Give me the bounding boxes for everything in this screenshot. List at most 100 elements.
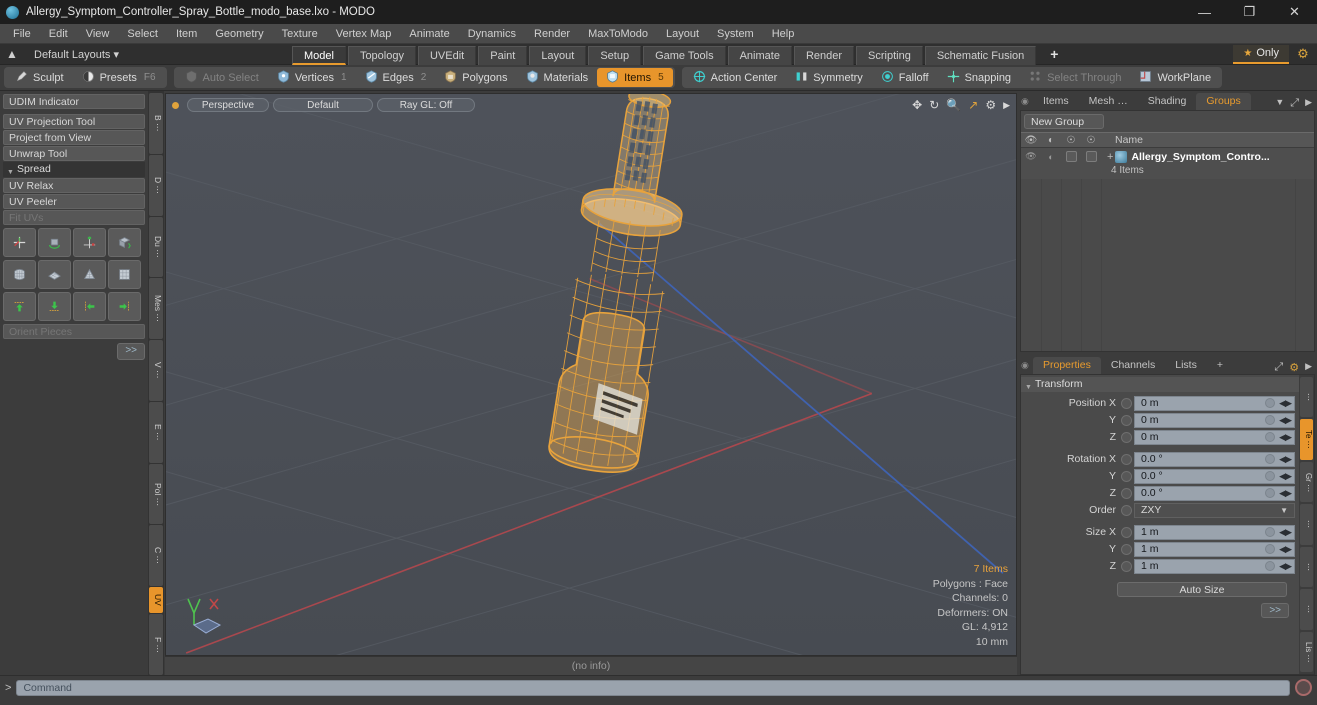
property-value-input[interactable]: 1 m ◀▶ — [1134, 524, 1295, 540]
order-knob[interactable] — [1121, 504, 1132, 516]
layout-home-icon[interactable]: ▲ — [0, 47, 24, 61]
layout-tab-uvedit[interactable]: UVEdit — [417, 45, 477, 65]
mode-button-polygons[interactable]: Polygons — [435, 68, 516, 87]
spread-section-header[interactable]: Spread — [3, 162, 145, 180]
uv-planar-projection-icon[interactable] — [38, 260, 71, 289]
group-list-empty-area[interactable] — [1021, 179, 1314, 351]
property-reset-dot[interactable] — [1265, 488, 1275, 498]
left-vtab-0[interactable]: B ⋯ — [149, 93, 163, 154]
move-left-icon[interactable] — [73, 292, 106, 321]
close-button[interactable]: ✕ — [1272, 0, 1317, 24]
right-vtab-5[interactable]: ⋯ — [1300, 589, 1313, 630]
property-reset-dot[interactable] — [1265, 561, 1275, 571]
move-down-icon[interactable] — [38, 292, 71, 321]
property-knob[interactable] — [1121, 453, 1132, 465]
row-render-toggle[interactable]: ◐ — [1041, 152, 1061, 162]
chevron-right-icon[interactable]: ▶ — [1305, 97, 1312, 110]
mode-button-edges[interactable]: Edges 2 — [356, 68, 436, 87]
layout-tab-paint[interactable]: Paint — [478, 45, 528, 65]
tool-uv-relax[interactable]: UV Relax — [3, 178, 145, 193]
tab-items[interactable]: Items — [1033, 93, 1079, 110]
auto-size-button[interactable]: Auto Size — [1117, 582, 1287, 597]
menu-item-file[interactable]: File — [4, 24, 40, 44]
right-vtab-6[interactable]: Lis ⋯ — [1300, 631, 1313, 672]
property-knob[interactable] — [1121, 414, 1132, 426]
property-stepper-arrows[interactable]: ◀▶ — [1279, 488, 1292, 499]
properties-more[interactable]: >> — [1021, 597, 1299, 618]
uv-scale-tool-icon[interactable] — [73, 228, 106, 257]
rotate-icon[interactable]: ↻ — [929, 98, 939, 112]
expand-row-icon[interactable]: + — [1107, 151, 1113, 163]
fit-icon[interactable]: ↗ — [968, 98, 978, 112]
3d-viewport[interactable]: Perspective Default Ray GL: Off ✥ ↻ 🔍 ↗ … — [165, 93, 1017, 656]
left-vtab-4[interactable]: V ⋯ — [149, 340, 163, 401]
layout-tab-layout[interactable]: Layout — [529, 45, 587, 65]
viewport-shading-dropdown[interactable]: Default — [273, 98, 373, 112]
render-icon[interactable]: ◐ — [1041, 135, 1061, 146]
property-knob[interactable] — [1121, 470, 1132, 482]
property-value-input[interactable]: 0.0 ° ◀▶ — [1134, 485, 1295, 501]
tool-project-from-view[interactable]: Project from View — [3, 130, 145, 145]
mode-button-action-center[interactable]: Action Center — [684, 68, 787, 87]
menu-item-geometry[interactable]: Geometry — [206, 24, 272, 44]
expand-icon[interactable]: ⤢ — [1290, 97, 1299, 110]
layout-tab-model[interactable]: Model — [291, 45, 346, 65]
layout-tab-schematic-fusion[interactable]: Schematic Fusion — [924, 45, 1037, 65]
property-stepper-arrows[interactable]: ◀▶ — [1279, 454, 1292, 465]
maximize-button[interactable]: ❐ — [1227, 0, 1272, 24]
gear-icon[interactable]: ⚙ — [985, 98, 996, 112]
tool-uv-projection-tool[interactable]: UV Projection Tool — [3, 114, 145, 129]
menu-item-layout[interactable]: Layout — [657, 24, 708, 44]
property-stepper-arrows[interactable]: ◀▶ — [1279, 415, 1292, 426]
layout-tab-render[interactable]: Render — [793, 45, 855, 65]
left-vtab-1[interactable]: D ⋯ — [149, 154, 163, 216]
property-knob[interactable] — [1121, 487, 1132, 499]
property-value-input[interactable]: 1 m ◀▶ — [1134, 558, 1295, 574]
minimize-button[interactable]: — — [1182, 0, 1227, 24]
menu-item-animate[interactable]: Animate — [400, 24, 458, 44]
mode-button-presets[interactable]: Presets F6 — [73, 68, 165, 87]
left-panel-more[interactable]: >> — [3, 343, 145, 360]
mode-button-auto-select[interactable]: Auto Select — [176, 68, 268, 87]
mode-button-snapping[interactable]: Snapping — [938, 68, 1021, 87]
left-vtab-7[interactable]: C ⋯ — [149, 525, 163, 587]
property-reset-dot[interactable] — [1265, 544, 1275, 554]
move-icon[interactable]: ✥ — [912, 98, 922, 112]
property-value-input[interactable]: 0 m ◀▶ — [1134, 395, 1295, 411]
chevron-down-icon[interactable]: ▼ — [1275, 97, 1284, 110]
only-toggle[interactable]: ★ Only — [1233, 44, 1289, 64]
move-right-icon[interactable] — [108, 292, 141, 321]
uv-rotate-tool-icon[interactable] — [38, 228, 71, 257]
menu-item-help[interactable]: Help — [763, 24, 804, 44]
mode-button-select-through[interactable]: Select Through — [1020, 68, 1130, 87]
mode-button-symmetry[interactable]: Symmetry — [786, 68, 872, 87]
mode-button-vertices[interactable]: Vertices 1 — [268, 68, 356, 87]
uv-grid-projection-icon[interactable] — [108, 260, 141, 289]
tool-uv-peeler[interactable]: UV Peeler — [3, 194, 145, 209]
order-dropdown[interactable]: ZXY ▼ — [1134, 502, 1295, 518]
uv-cylindrical-projection-icon[interactable] — [3, 260, 36, 289]
spray-bottle-model[interactable] — [166, 94, 1009, 656]
left-vtab-3[interactable]: Mes ⋯ — [149, 278, 163, 340]
right-vtab-2[interactable]: Gr ⋯ — [1300, 461, 1313, 503]
mode-button-sculpt[interactable]: Sculpt — [6, 68, 73, 87]
tab-properties[interactable]: Properties — [1033, 357, 1101, 374]
right-vtab-0[interactable]: ⋯ — [1300, 377, 1313, 418]
row-lock-checkbox[interactable] — [1061, 151, 1081, 162]
right-vtab-3[interactable]: ⋯ — [1300, 504, 1313, 545]
lock-icon[interactable]: ☉ — [1061, 135, 1081, 146]
left-vtab-8[interactable]: UV — [149, 587, 163, 614]
layout-tab-scripting[interactable]: Scripting — [856, 45, 923, 65]
left-vtab-9[interactable]: F ⋯ — [149, 614, 163, 676]
right-vtab-1[interactable]: Te ⋯ — [1300, 419, 1313, 460]
property-reset-dot[interactable] — [1265, 454, 1275, 464]
property-stepper-arrows[interactable]: ◀▶ — [1279, 471, 1292, 482]
expand-icon[interactable]: ⤢ — [1274, 361, 1283, 374]
property-knob[interactable] — [1121, 560, 1132, 572]
uv-unwrap-tool-icon[interactable] — [108, 228, 141, 257]
gear-icon[interactable]: ⚙ — [1289, 361, 1299, 374]
panel-corner-icon[interactable]: ◉ — [1021, 356, 1033, 374]
property-stepper-arrows[interactable]: ◀▶ — [1279, 398, 1292, 409]
layout-tab-setup[interactable]: Setup — [588, 45, 642, 65]
property-value-input[interactable]: 1 m ◀▶ — [1134, 541, 1295, 557]
